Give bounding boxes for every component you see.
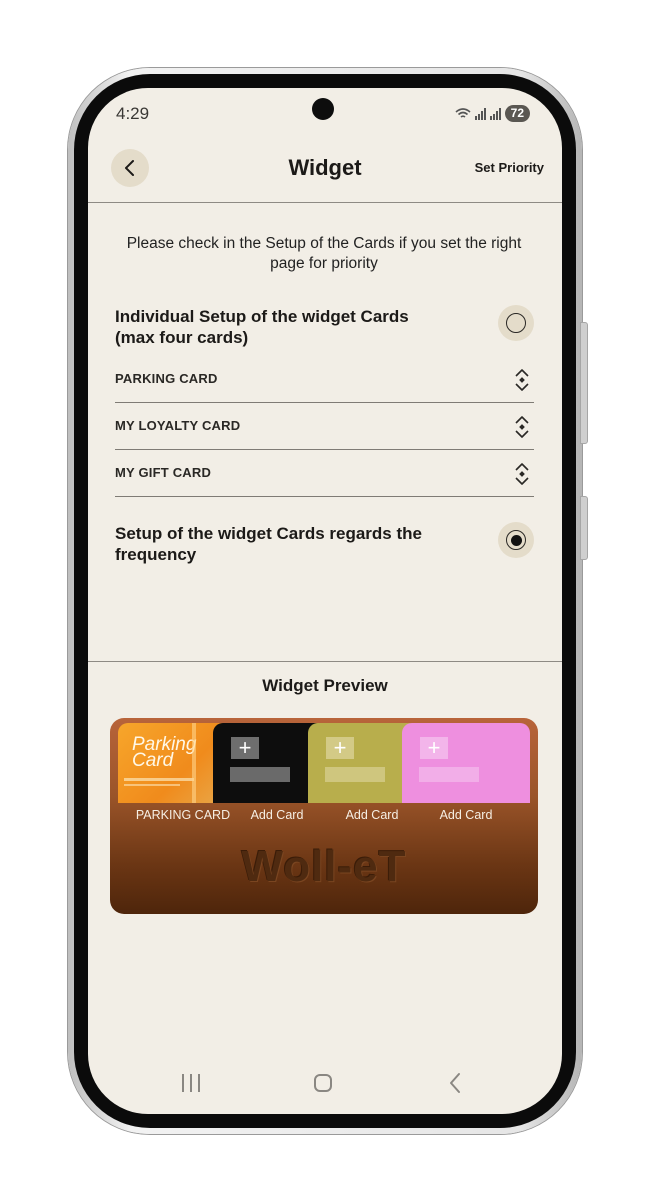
list-item[interactable]: MY GIFT CARD (115, 450, 534, 497)
individual-setup-radio[interactable] (498, 305, 534, 341)
brand-logo: Woll-eT (241, 842, 407, 891)
signal-icon (489, 107, 501, 120)
placeholder-bar (419, 767, 479, 782)
frequency-setup-radio[interactable] (498, 522, 534, 558)
card-decoration (192, 723, 196, 803)
battery-badge: 72 (504, 105, 530, 122)
wifi-icon (455, 107, 471, 118)
radio-ring (506, 530, 526, 550)
app-header: Widget Set Priority (88, 134, 562, 203)
slot-caption: Add Card (345, 808, 399, 822)
radio-ring (506, 313, 526, 333)
add-card-slot[interactable]: + (402, 723, 530, 803)
placeholder-bar (230, 767, 290, 782)
placeholder-bar (325, 767, 385, 782)
card-label: PARKING CARD (115, 371, 218, 386)
widget-preview: Parking Card + + + PARKING CARD Add Card… (110, 718, 538, 914)
set-priority-button[interactable]: Set Priority (475, 160, 544, 175)
plus-icon: + (326, 737, 354, 759)
slot-caption: PARKING CARD (135, 808, 231, 822)
sort-arrows-icon[interactable] (514, 461, 530, 487)
radio-dot (510, 534, 522, 546)
status-icons: 72 (455, 105, 530, 122)
sort-arrows-icon[interactable] (514, 367, 530, 393)
card-decoration (124, 784, 180, 786)
status-time: 4:29 (116, 104, 150, 123)
slot-caption: Add Card (439, 808, 493, 822)
nav-back-icon[interactable] (448, 1072, 462, 1094)
plus-icon: + (231, 737, 259, 759)
plus-icon: + (420, 737, 448, 759)
sort-arrows-icon[interactable] (514, 414, 530, 440)
section-divider (88, 661, 562, 662)
status-bar: 4:29 72 (88, 88, 562, 134)
signal-icon (474, 107, 486, 120)
list-item[interactable]: PARKING CARD (115, 356, 534, 403)
volume-button (580, 322, 588, 444)
nav-recents-icon[interactable] (182, 1074, 200, 1092)
list-item[interactable]: MY LOYALTY CARD (115, 403, 534, 450)
card-decoration (124, 778, 194, 781)
widget-preview-title: Widget Preview (262, 676, 388, 695)
card-label: MY LOYALTY CARD (115, 418, 241, 433)
screen: 4:29 72 Widget Set Priority Please check… (88, 88, 562, 1114)
instruction-text: Please check in the Setup of the Cards i… (126, 235, 522, 272)
nav-home-icon[interactable] (314, 1074, 332, 1092)
power-button (580, 496, 588, 560)
individual-setup-label: Individual Setup of the widget Cards (ma… (115, 307, 409, 347)
slot-caption: Add Card (250, 808, 304, 822)
frequency-setup-label: Setup of the widget Cards regards the fr… (115, 524, 422, 564)
card-label: MY GIFT CARD (115, 465, 212, 480)
system-nav-bar (88, 1070, 562, 1100)
front-camera (312, 98, 334, 120)
